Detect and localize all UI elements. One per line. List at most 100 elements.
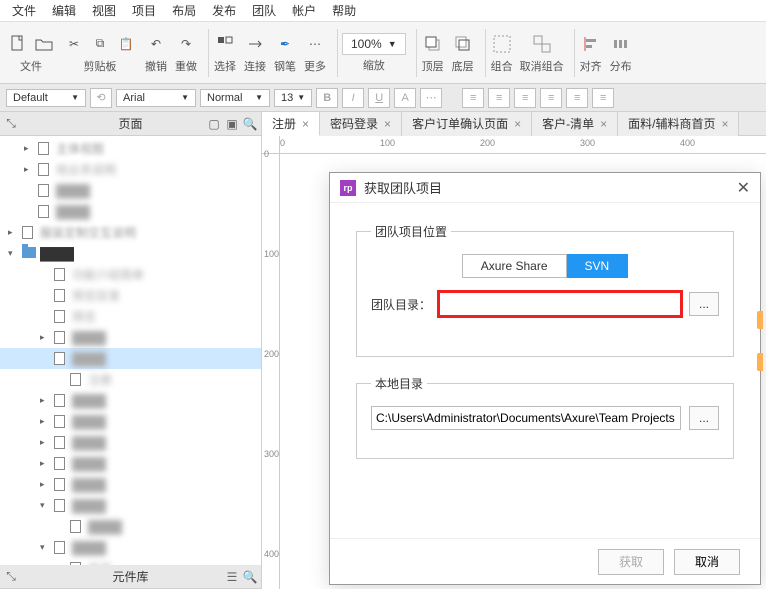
- tree-item[interactable]: 首页: [0, 558, 261, 565]
- connect-icon[interactable]: [243, 32, 267, 56]
- send-back-icon[interactable]: [451, 32, 475, 56]
- menu-item[interactable]: 视图: [84, 0, 124, 21]
- align-bottom-button[interactable]: ≡: [592, 88, 614, 108]
- tab-close-icon[interactable]: ×: [600, 117, 607, 131]
- tree-item[interactable]: ▸████: [0, 474, 261, 495]
- underline-button[interactable]: U: [368, 88, 390, 108]
- tree-item[interactable]: ▸████: [0, 390, 261, 411]
- tree-item[interactable]: ▾████: [0, 495, 261, 516]
- align-icon[interactable]: [579, 32, 603, 56]
- tab-close-icon[interactable]: ×: [302, 117, 309, 131]
- tree-item[interactable]: ▾████: [0, 243, 261, 264]
- menu-item[interactable]: 帮助: [324, 0, 364, 21]
- style-clear-icon[interactable]: ⟲: [90, 88, 112, 108]
- bold-button[interactable]: B: [316, 88, 338, 108]
- document-tabs: 注册×密码登录×客户订单确认页面×客户-清单×面料/辅料商首页×: [262, 112, 766, 136]
- zoom-input[interactable]: 100%▼: [342, 33, 406, 55]
- tree-item[interactable]: ▸████: [0, 327, 261, 348]
- distribute-icon[interactable]: [609, 32, 633, 56]
- cancel-button[interactable]: 取消: [674, 549, 740, 575]
- bring-front-icon[interactable]: [421, 32, 445, 56]
- tree-item[interactable]: ▸████: [0, 411, 261, 432]
- dist-group: 分布: [609, 32, 633, 74]
- tree-item[interactable]: 功能介绍简单: [0, 264, 261, 285]
- pen-label: 钢笔: [274, 58, 296, 74]
- document-tab[interactable]: 客户-清单×: [532, 112, 618, 136]
- local-dir-fieldset: 本地目录 ...: [356, 375, 734, 459]
- tab-close-icon[interactable]: ×: [721, 117, 728, 131]
- tab-svn[interactable]: SVN: [567, 254, 629, 278]
- menu-item[interactable]: 布局: [164, 0, 204, 21]
- open-folder-icon[interactable]: [32, 32, 56, 56]
- pages-tree[interactable]: ▸主体视图▸他业务说明████████▸服装定制交互说明▾████功能介绍简单预…: [0, 136, 261, 565]
- tree-item[interactable]: ▸服装定制交互说明: [0, 222, 261, 243]
- document-tab[interactable]: 密码登录×: [320, 112, 402, 136]
- separator: [208, 29, 209, 77]
- ungroup-icon[interactable]: [530, 32, 554, 56]
- tree-item[interactable]: ████: [0, 348, 261, 369]
- select-icon[interactable]: [213, 32, 237, 56]
- align-middle-button[interactable]: ≡: [566, 88, 588, 108]
- italic-button[interactable]: I: [342, 88, 364, 108]
- redo-icon[interactable]: ↷: [174, 32, 198, 56]
- team-dir-input[interactable]: [439, 292, 681, 316]
- local-dir-input[interactable]: [371, 406, 681, 430]
- align-top-button[interactable]: ≡: [540, 88, 562, 108]
- group-group: 组合: [490, 32, 514, 74]
- align-left-button[interactable]: ≡: [462, 88, 484, 108]
- new-file-icon[interactable]: [6, 32, 30, 56]
- font-select[interactable]: Arial▼: [116, 89, 196, 107]
- browse-team-button[interactable]: ...: [689, 292, 719, 316]
- cut-icon[interactable]: ✂: [62, 32, 86, 56]
- tree-item[interactable]: ▸主体视图: [0, 138, 261, 159]
- menu-item[interactable]: 编辑: [44, 0, 84, 21]
- tree-item[interactable]: ▸他业务说明: [0, 159, 261, 180]
- tree-item[interactable]: 预览目录: [0, 285, 261, 306]
- tab-close-icon[interactable]: ×: [384, 117, 391, 131]
- document-tab[interactable]: 注册×: [262, 112, 320, 136]
- style-select[interactable]: Default▼: [6, 89, 86, 107]
- more-icon[interactable]: ⋯: [303, 32, 327, 56]
- browse-local-button[interactable]: ...: [689, 406, 719, 430]
- document-tab[interactable]: 客户订单确认页面×: [402, 112, 532, 136]
- tree-item[interactable]: ████: [0, 516, 261, 537]
- size-select[interactable]: 13▼: [274, 89, 312, 107]
- add-folder-icon[interactable]: ▣: [225, 117, 239, 131]
- tree-item[interactable]: 预览: [0, 306, 261, 327]
- align-right-button[interactable]: ≡: [514, 88, 536, 108]
- menu-item[interactable]: 发布: [204, 0, 244, 21]
- tab-axure-share[interactable]: Axure Share: [462, 254, 567, 278]
- collapse-icon[interactable]: ⤡: [4, 117, 18, 131]
- paste-icon[interactable]: 📋: [114, 32, 138, 56]
- menu-icon[interactable]: ☰: [225, 570, 239, 584]
- chevron-down-icon[interactable]: ▼: [388, 39, 397, 49]
- tab-close-icon[interactable]: ×: [514, 117, 521, 131]
- tree-item[interactable]: ████: [0, 180, 261, 201]
- search-icon[interactable]: 🔍: [243, 117, 257, 131]
- add-page-icon[interactable]: ▢: [207, 117, 221, 131]
- document-tab[interactable]: 面料/辅料商首页×: [618, 112, 739, 136]
- get-team-project-dialog: rp 获取团队项目 ✕ 团队项目位置 Axure Share SVN 团队目录：…: [329, 172, 761, 585]
- copy-icon[interactable]: ⧉: [88, 32, 112, 56]
- close-icon[interactable]: ✕: [737, 178, 750, 198]
- weight-select[interactable]: Normal▼: [200, 89, 270, 107]
- menu-item[interactable]: 文件: [4, 0, 44, 21]
- menu-item[interactable]: 团队: [244, 0, 284, 21]
- tree-item[interactable]: ▾████: [0, 537, 261, 558]
- collapse-icon[interactable]: ⤡: [4, 570, 18, 584]
- tree-item[interactable]: ▸████: [0, 453, 261, 474]
- search-icon[interactable]: 🔍: [243, 570, 257, 584]
- tree-item[interactable]: ████: [0, 201, 261, 222]
- ok-button[interactable]: 获取: [598, 549, 664, 575]
- menu-item[interactable]: 项目: [124, 0, 164, 21]
- tree-item[interactable]: 注册: [0, 369, 261, 390]
- align-center-button[interactable]: ≡: [488, 88, 510, 108]
- tree-item[interactable]: ▸████: [0, 432, 261, 453]
- text-color-button[interactable]: A: [394, 88, 416, 108]
- menu-item[interactable]: 帐户: [284, 0, 324, 21]
- group-icon[interactable]: [490, 32, 514, 56]
- source-tabs: Axure Share SVN: [371, 254, 719, 278]
- ellipsis-button[interactable]: ⋯: [420, 88, 442, 108]
- pen-icon[interactable]: ✒: [273, 32, 297, 56]
- undo-icon[interactable]: ↶: [144, 32, 168, 56]
